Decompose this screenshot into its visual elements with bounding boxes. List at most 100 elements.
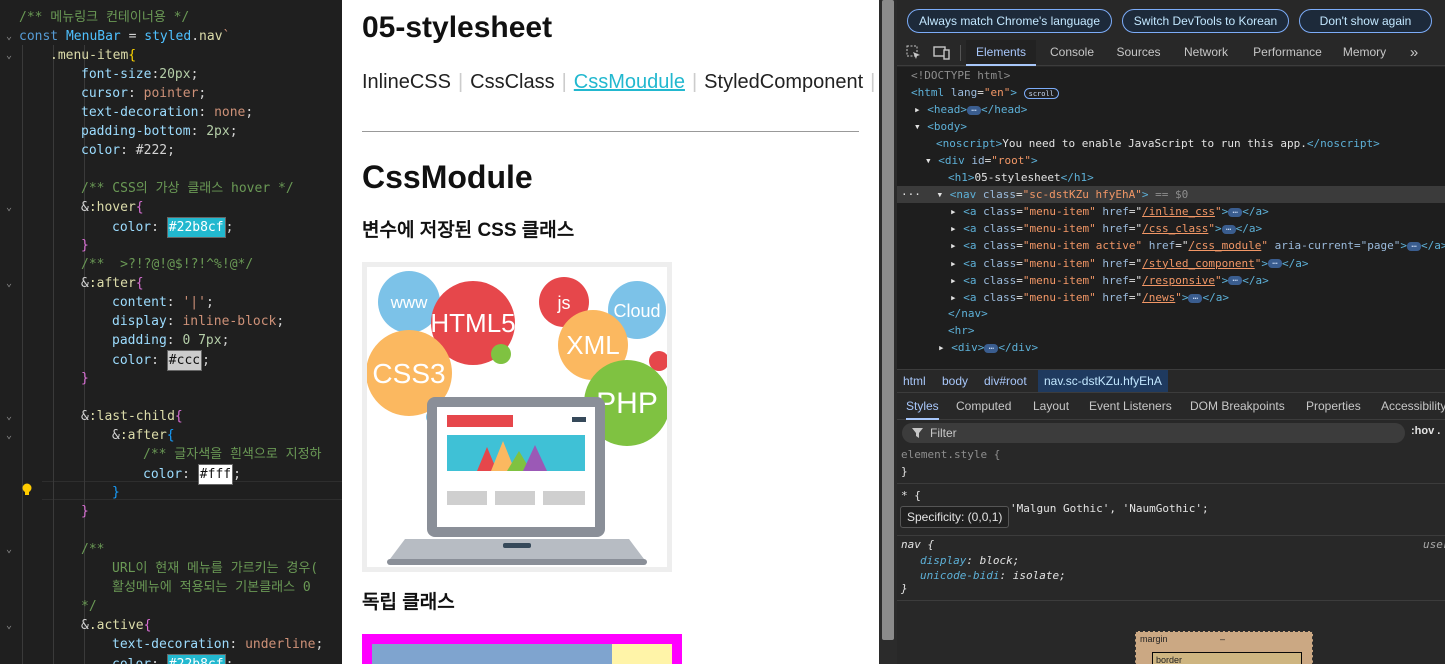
styles-filter-input[interactable]: Filter	[902, 423, 1405, 443]
fold-chevron-icon[interactable]	[0, 483, 18, 502]
fold-chevron-icon[interactable]	[0, 445, 18, 464]
dom-noscript[interactable]: <noscript>You need to enable JavaScript …	[897, 135, 1445, 152]
tab-performance[interactable]: Performance	[1243, 40, 1332, 66]
fold-chevron-icon[interactable]: ⌄	[0, 616, 18, 635]
dom-doctype[interactable]: <!DOCTYPE html>	[897, 67, 1445, 84]
more-tabs-icon[interactable]: »	[1403, 40, 1425, 66]
fold-chevron-icon[interactable]	[0, 331, 18, 350]
fold-chevron-icon[interactable]	[0, 217, 18, 236]
fold-chevron-icon[interactable]: ⌄	[0, 198, 18, 217]
fold-chevron-icon[interactable]	[0, 255, 18, 274]
dom-anchor[interactable]: ▸ <a class="menu-item" href="/css_class"…	[897, 220, 1445, 237]
subtab-styles[interactable]: Styles	[906, 394, 939, 420]
fold-chevron-icon[interactable]	[0, 350, 18, 369]
href-link[interactable]: /css_class	[1142, 222, 1208, 235]
tab-elements[interactable]: Elements	[966, 40, 1036, 66]
fold-chevron-icon[interactable]	[0, 502, 18, 521]
dom-anchor[interactable]: ▸ <a class="menu-item" href="/inline_css…	[897, 203, 1445, 220]
fold-chevron-icon[interactable]	[0, 464, 18, 483]
fold-chevron-icon[interactable]	[0, 103, 18, 122]
hov-toggle[interactable]: :hov .	[1411, 425, 1440, 437]
href-link[interactable]: /responsive	[1142, 274, 1215, 287]
fold-chevron-icon[interactable]	[0, 141, 18, 160]
menu-item-styledcomponent[interactable]: StyledComponent	[704, 71, 863, 93]
dom-body[interactable]: ▾ <body>	[897, 118, 1445, 135]
inspect-element-icon[interactable]	[906, 45, 921, 60]
breadcrumb-nav[interactable]: nav.sc-dstKZu.hfyEhA	[1038, 370, 1168, 392]
subtab-accessibility[interactable]: Accessibility	[1381, 394, 1445, 420]
dom-anchor[interactable]: ▸ <a class="menu-item" href="/styled_com…	[897, 255, 1445, 272]
href-link[interactable]: /styled_component	[1142, 257, 1255, 270]
dom-h1[interactable]: <h1>05-stylesheet</h1>	[897, 169, 1445, 186]
href-link[interactable]: /css_module	[1188, 239, 1261, 252]
fold-chevron-icon[interactable]	[0, 65, 18, 84]
fold-chevron-icon[interactable]: ⌄	[0, 274, 18, 293]
fold-chevron-icon[interactable]	[0, 654, 18, 664]
dom-anchor[interactable]: ▸ <a class="menu-item active" href="/css…	[897, 237, 1445, 254]
dom-html[interactable]: <html lang="en"> scroll	[897, 84, 1445, 101]
fold-chevron-icon[interactable]	[0, 8, 18, 27]
fold-chevron-icon[interactable]	[0, 597, 18, 616]
dom-anchor[interactable]: ▸ <a class="menu-item" href="/news">… </a…	[897, 289, 1445, 306]
breadcrumb-div-root[interactable]: div#root	[978, 370, 1033, 392]
tab-sources[interactable]: Sources	[1108, 40, 1169, 66]
code-token: :	[229, 637, 246, 652]
tab-memory[interactable]: Memory	[1337, 40, 1392, 66]
menu-item-cssclass[interactable]: CssClass	[470, 71, 554, 93]
fold-chevron-icon[interactable]	[0, 236, 18, 255]
fold-chevron-icon[interactable]: ⌄	[0, 27, 18, 46]
dom-head[interactable]: ▸ <head>… </head>	[897, 101, 1445, 118]
match-language-button[interactable]: Always match Chrome's language	[907, 9, 1112, 33]
switch-korean-button[interactable]: Switch DevTools to Korean	[1122, 9, 1289, 33]
tab-network[interactable]: Network	[1174, 40, 1238, 66]
dom-nav-selected[interactable]: ··· ▾ <nav class="sc-dstKZu hfyEhA"> == …	[897, 186, 1445, 203]
page-scrollbar[interactable]	[879, 0, 897, 664]
tab-console[interactable]: Console	[1041, 40, 1103, 66]
dom-div[interactable]: ▸ <div>… </div>	[897, 339, 1445, 356]
fold-chevron-icon[interactable]	[0, 160, 18, 179]
fold-chevron-icon[interactable]	[0, 369, 18, 388]
dom-hr[interactable]: <hr>	[897, 322, 1445, 339]
href-link[interactable]: /inline_css	[1142, 205, 1215, 218]
scrollbar-thumb[interactable]	[882, 0, 894, 640]
fold-chevron-icon[interactable]	[0, 293, 18, 312]
code-editor[interactable]: /** 메뉴링크 컨테이너용 */⌄ const MenuBar = styled…	[0, 0, 342, 664]
code-text: cursor: pointer;	[81, 84, 206, 103]
dont-show-again-button[interactable]: Don't show again	[1299, 9, 1432, 33]
subtab-event-listeners[interactable]: Event Listeners	[1089, 394, 1172, 420]
fold-chevron-icon[interactable]: ⌄	[0, 407, 18, 426]
breadcrumb-html[interactable]: html	[897, 370, 932, 392]
fold-chevron-icon[interactable]: ⌄	[0, 540, 18, 559]
fold-chevron-icon[interactable]: ⌄	[0, 426, 18, 445]
unicode-bidi-declaration[interactable]: unicode-bidi: isolate;	[920, 567, 1066, 584]
menu-item-inlinecss[interactable]: InlineCSS	[362, 71, 451, 93]
dom-anchor[interactable]: ▸ <a class="menu-item" href="/responsive…	[897, 272, 1445, 289]
fold-chevron-icon[interactable]	[0, 578, 18, 597]
subtab-dom-breakpoints[interactable]: DOM Breakpoints	[1190, 394, 1285, 420]
subtab-properties[interactable]: Properties	[1306, 394, 1361, 420]
subtab-computed[interactable]: Computed	[956, 394, 1011, 420]
dom-nav-close[interactable]: </nav>	[897, 305, 1445, 322]
margin-value[interactable]: –	[1220, 634, 1225, 644]
fold-chevron-icon[interactable]	[0, 122, 18, 141]
fold-chevron-icon[interactable]	[0, 388, 18, 407]
fold-chevron-icon[interactable]: ⌄	[0, 46, 18, 65]
fold-chevron-icon[interactable]	[0, 179, 18, 198]
fold-chevron-icon[interactable]	[0, 84, 18, 103]
fold-chevron-icon[interactable]	[0, 521, 18, 540]
element-style-rule[interactable]: element.style {	[901, 446, 1000, 463]
device-toolbar-icon[interactable]	[933, 45, 950, 60]
lightbulb-icon[interactable]	[21, 483, 33, 497]
fold-chevron-icon[interactable]	[0, 559, 18, 578]
fold-chevron-icon[interactable]	[0, 635, 18, 654]
star-rule[interactable]: * {	[901, 487, 921, 504]
dom-div-root[interactable]: ▾ <div id="root">	[897, 152, 1445, 169]
font-family-value[interactable]: 'Malgun Gothic', 'NaumGothic';	[1010, 500, 1209, 517]
breadcrumb-body[interactable]: body	[936, 370, 974, 392]
menu-item-cssmoudule[interactable]: CssMoudule	[574, 71, 685, 93]
subtab-layout[interactable]: Layout	[1033, 394, 1069, 420]
href-link[interactable]: /news	[1142, 291, 1175, 304]
scroll-badge[interactable]: scroll	[1023, 87, 1059, 99]
fold-chevron-icon[interactable]	[0, 312, 18, 331]
nav-rule[interactable]: nav {	[901, 536, 934, 553]
